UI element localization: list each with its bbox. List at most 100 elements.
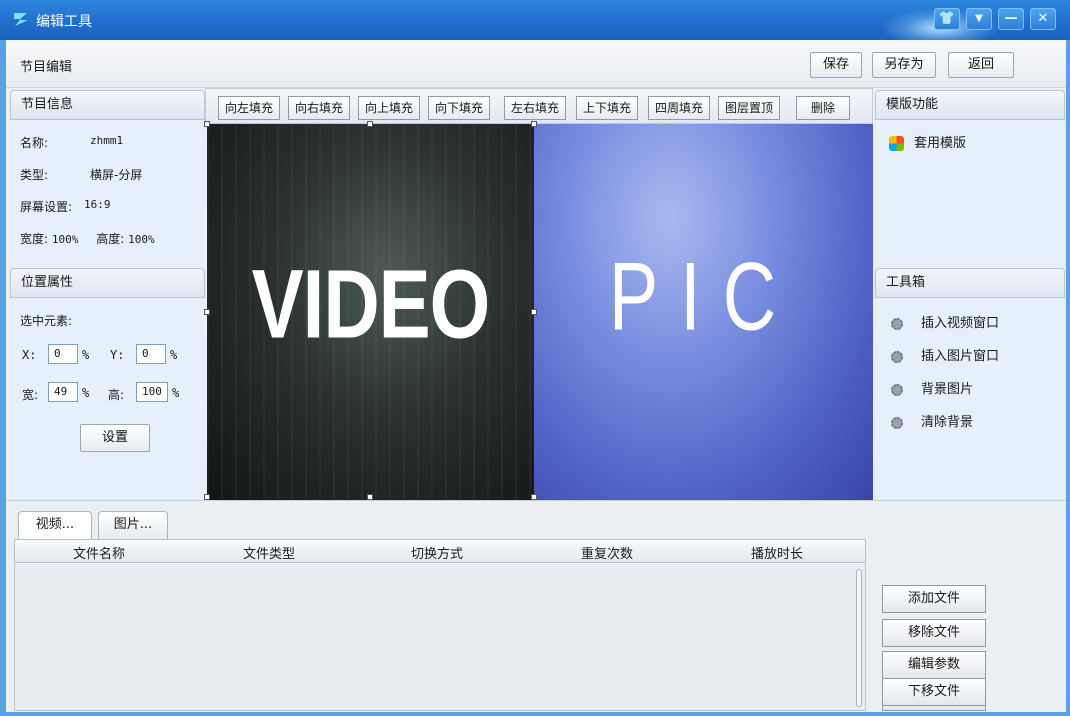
back-button[interactable]: 返回 [948, 52, 1014, 78]
tab-video[interactable]: 视频... [18, 511, 92, 539]
layout-canvas[interactable]: VIDEO PIC [204, 121, 873, 500]
gear-icon [891, 350, 903, 363]
gear-icon [891, 416, 903, 429]
save-button[interactable]: 保存 [810, 52, 862, 78]
y-label: Y: [110, 348, 125, 362]
background-image-label: 背景图片 [921, 382, 974, 397]
insert-video-window-label: 插入视频窗口 [921, 316, 1000, 331]
move-down-file-button[interactable]: 下移文件 [882, 678, 986, 706]
clear-background-label: 清除背景 [921, 415, 974, 430]
skin-icon[interactable]: 👕 [934, 8, 960, 30]
insert-picture-window-label: 插入图片窗口 [921, 349, 1000, 364]
height-value: 100% [128, 233, 155, 246]
dropdown-icon[interactable]: ▼ [966, 8, 992, 30]
width-label: 宽度: [20, 232, 49, 246]
title-bar: 编辑工具 👕 ▼ — ✕ [0, 0, 1070, 48]
page-title: 节目编辑 [20, 60, 73, 75]
column-switch-mode: 切换方式 [411, 547, 464, 562]
template-panel: 模版功能 套用模版 [875, 90, 1065, 270]
screen-label: 屏幕设置: [20, 200, 73, 214]
height-label: 高度: [96, 232, 125, 246]
apply-template-label: 套用模版 [914, 136, 967, 151]
template-icon [889, 136, 904, 151]
insert-picture-window-item[interactable]: 插入图片窗口 [891, 345, 999, 364]
w-label: 宽: [22, 388, 39, 402]
name-row: 名称: zhmm1 [20, 134, 123, 151]
gear-icon [891, 317, 903, 330]
y-input[interactable]: 0 [136, 344, 166, 364]
video-window[interactable]: VIDEO [207, 124, 534, 500]
name-label: 名称: [20, 136, 49, 150]
resize-handle[interactable] [204, 309, 210, 315]
resize-handle[interactable] [531, 309, 537, 315]
apply-template-item[interactable]: 套用模版 [889, 132, 966, 151]
resize-handle[interactable] [204, 121, 210, 127]
picture-placeholder-text: PIC [608, 242, 799, 351]
template-heading: 模版功能 [875, 90, 1065, 120]
close-icon[interactable]: ✕ [1030, 8, 1056, 30]
size-row: 宽度: 100% 高度: 100% [20, 230, 205, 247]
save-as-button[interactable]: 另存为 [872, 52, 936, 78]
y-percent: % [170, 348, 178, 362]
program-edit-bar: 节目编辑 保存 另存为 返回 [6, 40, 1066, 88]
clear-background-item[interactable]: 清除背景 [891, 411, 973, 430]
picture-window[interactable]: PIC [534, 124, 873, 500]
tab-picture[interactable]: 图片... [98, 511, 168, 539]
type-row: 类型: 横屏-分屏 [20, 166, 142, 183]
x-percent: % [82, 348, 90, 362]
fill-left-button[interactable]: 向左填充 [218, 96, 280, 120]
canvas-toolbar: 向左填充 向右填充 向上填充 向下填充 左右填充 上下填充 四周填充 图层置顶 … [205, 88, 873, 124]
vertical-scrollbar[interactable] [856, 569, 862, 707]
w-percent: % [82, 386, 90, 400]
position-heading: 位置属性 [10, 268, 205, 298]
screen-row: 屏幕设置: 16:9 [20, 198, 111, 215]
x-input[interactable]: 0 [48, 344, 78, 364]
remove-file-button[interactable]: 移除文件 [882, 619, 986, 647]
insert-video-window-item[interactable]: 插入视频窗口 [891, 312, 999, 331]
fill-around-button[interactable]: 四周填充 [648, 96, 710, 120]
width-value: 100% [51, 233, 79, 246]
delete-button[interactable]: 删除 [796, 96, 850, 120]
fill-vertical-button[interactable]: 上下填充 [576, 96, 638, 120]
minimize-icon[interactable]: — [998, 8, 1024, 30]
h-input[interactable]: 100 [136, 382, 168, 402]
app-logo-icon [14, 13, 28, 26]
file-table-header: 文件名称 文件类型 切换方式 重复次数 播放时长 [14, 539, 866, 563]
h-label: 高: [108, 388, 125, 402]
background-image-item[interactable]: 背景图片 [891, 378, 973, 397]
program-info-body: 名称: zhmm1 类型: 横屏-分屏 屏幕设置: 16:9 宽度: 100% … [10, 120, 205, 270]
fill-horizontal-button[interactable]: 左右填充 [504, 96, 566, 120]
resize-handle[interactable] [531, 121, 537, 127]
add-file-button[interactable]: 添加文件 [882, 585, 986, 613]
apply-position-button[interactable]: 设置 [80, 424, 150, 452]
fill-up-button[interactable]: 向上填充 [358, 96, 420, 120]
resize-handle[interactable] [367, 121, 373, 127]
position-body: 选中元素: X: 0 % Y: 0 % 宽: 49 % 高: 100 % 设置 [10, 298, 205, 500]
program-info-heading: 节目信息 [10, 90, 205, 120]
editor-window: 节目编辑 保存 另存为 返回 节目信息 名称: zhmm1 类型: 横屏-分屏 … [6, 40, 1066, 712]
selected-element-label: 选中元素: [20, 314, 73, 328]
type-value: 横屏-分屏 [90, 168, 143, 182]
gear-icon [891, 383, 903, 396]
position-panel: 位置属性 选中元素: X: 0 % Y: 0 % 宽: 49 % 高: 100 … [10, 268, 205, 500]
edit-params-button[interactable]: 编辑参数 [882, 651, 986, 679]
toolbox-panel: 工具箱 插入视频窗口 插入图片窗口 背景图片 清除背景 [875, 268, 1065, 500]
fill-down-button[interactable]: 向下填充 [428, 96, 490, 120]
window-title: 编辑工具 [36, 14, 92, 30]
fill-right-button[interactable]: 向右填充 [288, 96, 350, 120]
type-label: 类型: [20, 168, 49, 182]
file-table-body[interactable] [14, 563, 866, 711]
column-repeat-count: 重复次数 [581, 547, 634, 562]
column-play-duration: 播放时长 [751, 547, 804, 562]
video-placeholder-text: VIDEO [251, 248, 491, 359]
column-file-type: 文件类型 [243, 547, 296, 562]
program-info-panel: 节目信息 名称: zhmm1 类型: 横屏-分屏 屏幕设置: 16:9 宽度: … [10, 90, 205, 270]
name-value: zhmm1 [90, 134, 124, 147]
toolbox-heading: 工具箱 [875, 268, 1065, 298]
screen-value: 16:9 [84, 198, 111, 211]
w-input[interactable]: 49 [48, 382, 78, 402]
h-percent: % [172, 386, 180, 400]
x-label: X: [22, 348, 37, 362]
bring-to-top-button[interactable]: 图层置顶 [718, 96, 780, 120]
column-file-name: 文件名称 [73, 547, 126, 562]
